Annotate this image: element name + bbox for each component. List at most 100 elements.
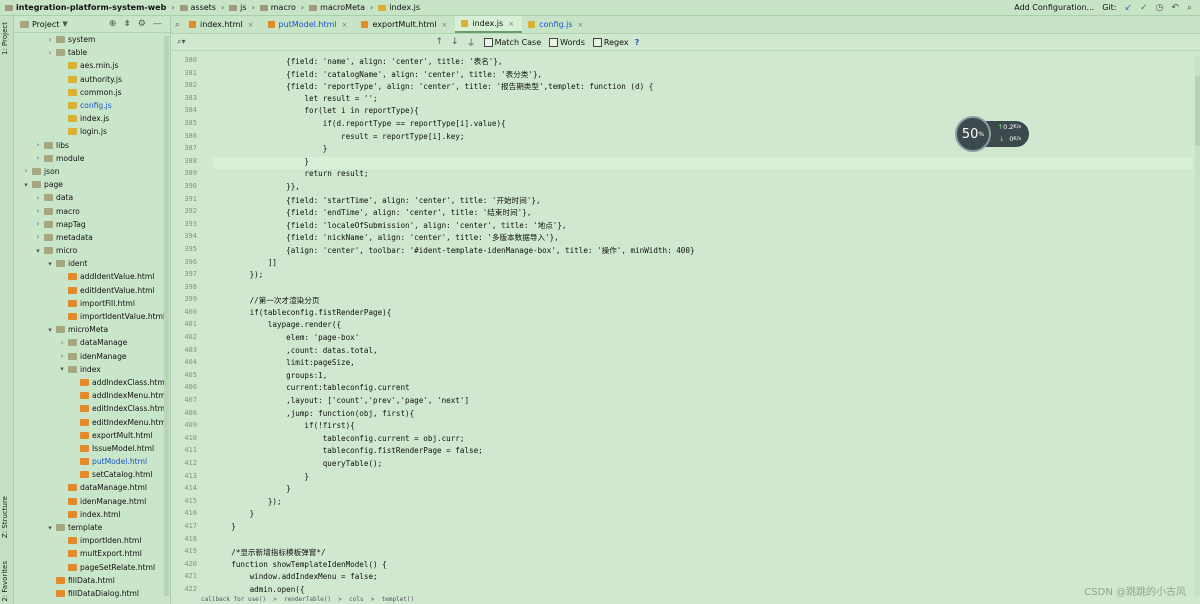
tree-item[interactable]: ▾ template: [14, 521, 170, 534]
locate-icon[interactable]: ⊕: [109, 19, 117, 29]
tree-item[interactable]: login.js: [14, 125, 170, 138]
tree-item[interactable]: index.js: [14, 112, 170, 125]
gear-icon[interactable]: ⚙: [138, 19, 146, 29]
tree-item[interactable]: importFill.html: [14, 297, 170, 310]
close-icon[interactable]: ×: [578, 21, 584, 29]
tree-item[interactable]: multExport.html: [14, 547, 170, 560]
tree-item[interactable]: › module: [14, 152, 170, 165]
chevron-right-icon[interactable]: ›: [22, 167, 30, 175]
breadcrumb-item[interactable]: js: [226, 3, 249, 12]
code-line[interactable]: }: [213, 484, 1193, 497]
code-line[interactable]: ]]: [213, 258, 1193, 271]
code-line[interactable]: tableconfig.fistRenderPage = false;: [213, 446, 1193, 459]
chevron-right-icon[interactable]: ›: [58, 352, 66, 360]
code-line[interactable]: limit:pageSize,: [213, 358, 1193, 371]
tree-item[interactable]: putModel.html: [14, 455, 170, 468]
code-line[interactable]: }: [213, 144, 1193, 157]
chevron-down-icon[interactable]: ▾: [58, 365, 66, 373]
code-line[interactable]: return result;: [213, 169, 1193, 182]
add-configuration-button[interactable]: Add Configuration...: [1014, 3, 1094, 12]
chevron-right-icon[interactable]: ›: [34, 220, 42, 228]
tree-item[interactable]: › json: [14, 165, 170, 178]
search-everywhere-icon[interactable]: ⌕: [1187, 3, 1192, 13]
editor-tab[interactable]: index.js ×: [455, 16, 523, 33]
code-line[interactable]: }: [213, 509, 1193, 522]
code-line[interactable]: tableconfig.current = obj.curr;: [213, 434, 1193, 447]
tree-item[interactable]: editIndexClass.htm: [14, 402, 170, 415]
tree-item[interactable]: ▾ microMeta: [14, 323, 170, 336]
close-icon[interactable]: ×: [248, 21, 254, 29]
breadcrumb-item[interactable]: integration-platform-system-web: [2, 3, 169, 12]
code-line[interactable]: function showTemplateIdenModel() {: [213, 560, 1193, 573]
tree-item[interactable]: aes.min.js: [14, 59, 170, 72]
panel-scrollbar[interactable]: [164, 36, 169, 596]
next-occurrence-icon[interactable]: ↓: [451, 37, 459, 47]
chevron-down-icon[interactable]: ▾: [46, 326, 54, 334]
editor-tab[interactable]: exportMult.html ×: [355, 16, 455, 33]
code-line[interactable]: let result = '';: [213, 94, 1193, 107]
regex-checkbox[interactable]: Regex: [592, 37, 629, 47]
code-line[interactable]: }: [213, 472, 1193, 485]
chevron-right-icon[interactable]: ›: [46, 36, 54, 44]
close-icon[interactable]: ×: [508, 20, 514, 28]
close-icon[interactable]: ×: [342, 21, 348, 29]
code-line[interactable]: /*显示新增指标模板弹窗*/: [213, 547, 1193, 560]
project-tool-tab[interactable]: 1: Project: [1, 22, 9, 55]
breadcrumb-item[interactable]: assets: [177, 3, 219, 12]
history-icon[interactable]: ◷: [1156, 3, 1164, 13]
tree-item[interactable]: importIdentValue.html: [14, 310, 170, 323]
tree-item[interactable]: authority.js: [14, 73, 170, 86]
code-line[interactable]: ,layout: ['count','prev','page', 'next']: [213, 396, 1193, 409]
tree-item[interactable]: idenManage.html: [14, 495, 170, 508]
collapse-all-icon[interactable]: ⇟: [123, 19, 131, 29]
code-line[interactable]: {field: 'nickName', align: 'center', tit…: [213, 232, 1193, 245]
scrollbar-thumb[interactable]: [1195, 76, 1200, 146]
git-update-icon[interactable]: ↙: [1124, 3, 1132, 13]
tree-item[interactable]: ▾ page: [14, 178, 170, 191]
chevron-right-icon[interactable]: ›: [58, 339, 66, 347]
tree-item[interactable]: › table: [14, 46, 170, 59]
code-line[interactable]: }: [213, 156, 1193, 170]
tree-item[interactable]: fillData.html: [14, 574, 170, 587]
tree-item[interactable]: › idenManage: [14, 350, 170, 363]
code-line[interactable]: ,jump: function(obj, first){: [213, 409, 1193, 422]
tree-item[interactable]: fillDataDialog.html: [14, 587, 170, 600]
checkbox-box[interactable]: [592, 37, 602, 47]
code-line[interactable]: [213, 535, 1193, 548]
code-line[interactable]: {field: 'catalogName', align: 'center', …: [213, 69, 1193, 82]
code-line[interactable]: if(tableconfig.fistRenderPage){: [213, 308, 1193, 321]
previous-occurrence-icon[interactable]: ↑: [436, 37, 444, 47]
chevron-right-icon[interactable]: ›: [34, 194, 42, 202]
code-line[interactable]: }},: [213, 182, 1193, 195]
code-line[interactable]: }: [213, 522, 1193, 535]
chevron-down-icon[interactable]: ▼: [62, 20, 67, 28]
chevron-down-icon[interactable]: ▾: [46, 260, 54, 268]
favorites-tool-tab[interactable]: 2: Favorites: [1, 561, 9, 602]
tree-item[interactable]: ▾ index: [14, 363, 170, 376]
tree-item[interactable]: index.html: [14, 508, 170, 521]
breadcrumb-item[interactable]: macro: [257, 3, 299, 12]
chevron-right-icon[interactable]: ›: [34, 233, 42, 241]
tree-item[interactable]: addIdentValue.html: [14, 270, 170, 283]
code-line[interactable]: laypage.render({: [213, 320, 1193, 333]
tree-item[interactable]: importIden.html: [14, 534, 170, 547]
tree-item[interactable]: ▾ ident: [14, 257, 170, 270]
git-commit-icon[interactable]: ✓: [1140, 3, 1148, 13]
revert-icon[interactable]: ↶: [1171, 3, 1179, 13]
tree-item[interactable]: › metadata: [14, 231, 170, 244]
chevron-right-icon[interactable]: ›: [34, 154, 42, 162]
code-line[interactable]: for(let i in reportType){: [213, 106, 1193, 119]
tree-item[interactable]: addIndexMenu.htm: [14, 389, 170, 402]
code-line[interactable]: });: [213, 270, 1193, 283]
tree-item[interactable]: › mapTag: [14, 218, 170, 231]
code-line[interactable]: {field: 'name', align: 'center', title: …: [213, 56, 1193, 69]
breadcrumb-item[interactable]: index.js: [375, 3, 423, 12]
match-case-checkbox[interactable]: Match Case: [483, 37, 541, 47]
code-line[interactable]: {field: 'reportType', align: 'center', t…: [213, 81, 1193, 94]
editor-tab[interactable]: putModel.html ×: [262, 16, 356, 33]
tree-item[interactable]: IssueModel.html: [14, 442, 170, 455]
code-line[interactable]: result = reportType[i].key;: [213, 132, 1193, 145]
tree-item[interactable]: › system: [14, 33, 170, 46]
tree-item[interactable]: config.js: [14, 99, 170, 112]
code-line[interactable]: groups:1,: [213, 371, 1193, 384]
